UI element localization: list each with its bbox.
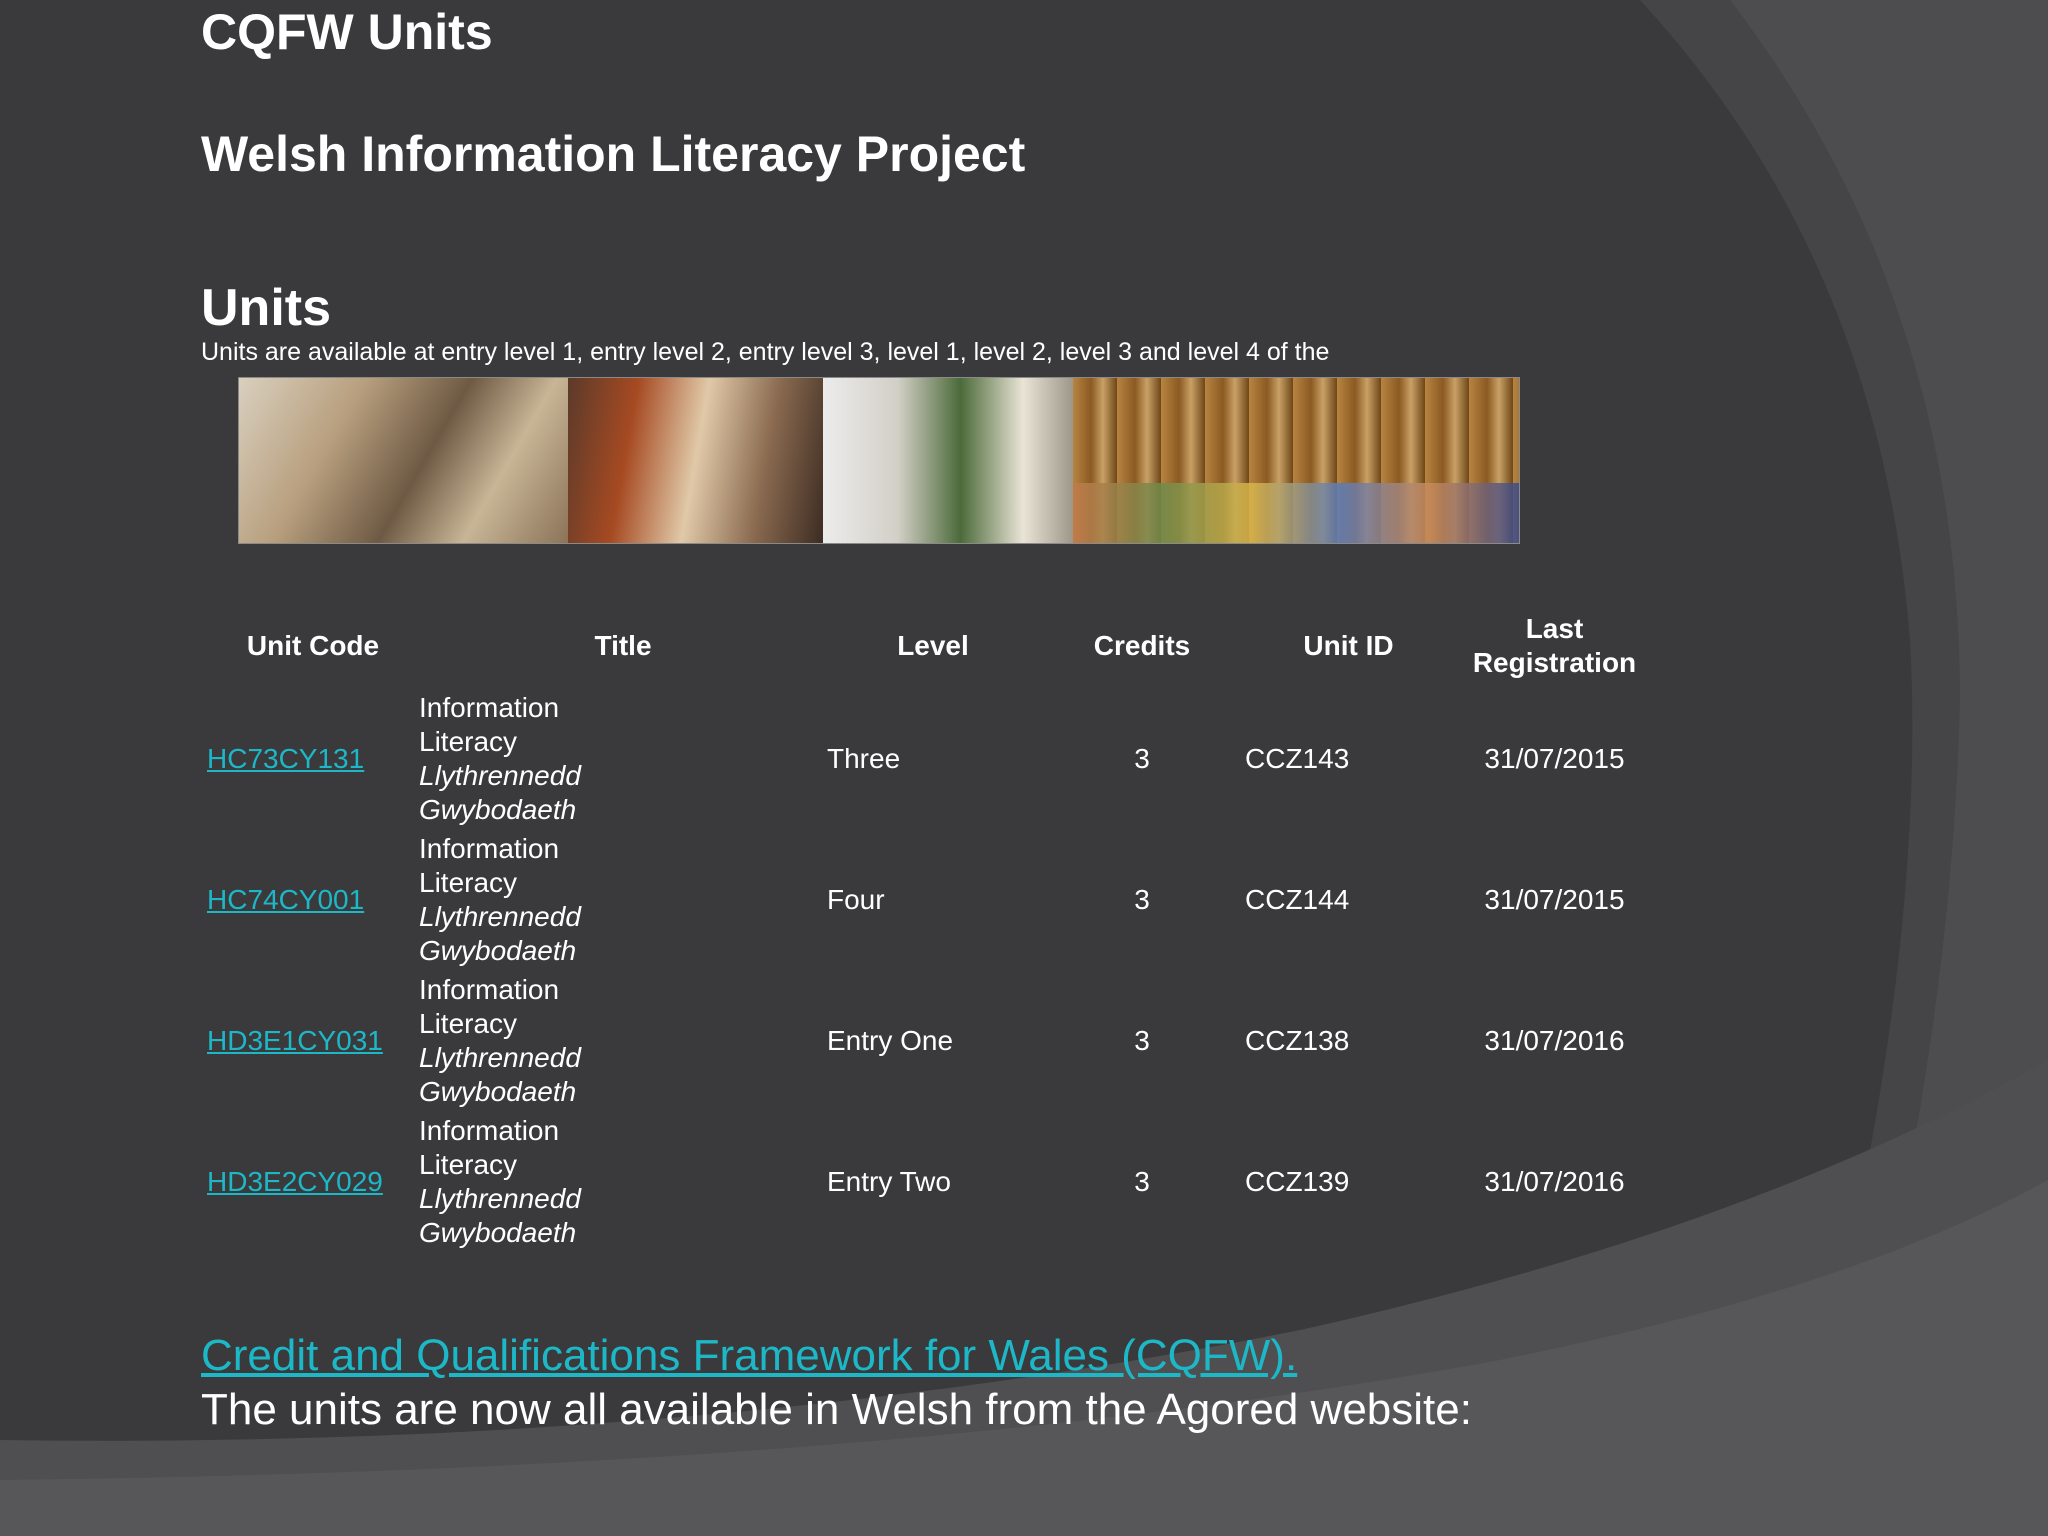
header-unit-code: Unit Code xyxy=(246,630,380,661)
credits-cell: 3 xyxy=(1134,883,1150,915)
header-level: Level xyxy=(897,630,969,661)
header-title: Title xyxy=(594,630,652,661)
banner-image xyxy=(238,377,1520,544)
unit-code-link[interactable]: HD3E2CY029 xyxy=(207,1166,383,1197)
cqfw-link-line: Credit and Qualifications Framework for … xyxy=(201,1330,1297,1382)
title-english: Information Literacy xyxy=(419,973,560,1039)
header-unit-id: Unit ID xyxy=(1303,630,1394,661)
banner-photo-magnifier xyxy=(568,378,824,543)
level-cell: Entry One xyxy=(827,1024,954,1056)
unit-code-cell: HC73CY131 xyxy=(201,688,419,829)
unit-id-cell: CCZ143 xyxy=(1245,742,1350,774)
title-cell: Information Literacy Llythrennedd Gwybod… xyxy=(419,970,827,1111)
level-cell: Entry Two xyxy=(827,1165,951,1197)
last-registration-cell: 31/07/2015 xyxy=(1484,742,1625,774)
footer-text: The units are now all available in Welsh… xyxy=(201,1385,1472,1434)
title-english: Information Literacy xyxy=(419,832,560,898)
credits-cell: 3 xyxy=(1134,1024,1150,1056)
units-heading: Units xyxy=(201,279,331,337)
banner-photo-children-laptop xyxy=(239,378,569,543)
level-cell: Three xyxy=(827,742,901,774)
table-header-row: Unit Code Title Level Credits Unit ID La… xyxy=(201,604,1657,688)
credits-cell: 3 xyxy=(1134,742,1150,774)
page-title: CQFW Units xyxy=(201,4,493,60)
unit-id-cell: CCZ139 xyxy=(1245,1165,1350,1197)
header-last-registration-label: Last Registration xyxy=(1472,613,1637,678)
title-welsh: Llythrennedd Gwybodaeth xyxy=(419,759,581,825)
title-cell: Information Literacy Llythrennedd Gwybod… xyxy=(419,1111,827,1252)
unit-code-link[interactable]: HC73CY131 xyxy=(207,743,364,774)
title-cell: Information Literacy Llythrennedd Gwybod… xyxy=(419,829,827,970)
title-welsh: Llythrennedd Gwybodaeth xyxy=(419,1041,581,1107)
header-last-registration: Last Registration xyxy=(1452,604,1657,688)
last-registration-cell: 31/07/2016 xyxy=(1484,1024,1625,1056)
unit-code-link[interactable]: HC74CY001 xyxy=(207,884,364,915)
title-welsh: Llythrennedd Gwybodaeth xyxy=(419,900,581,966)
last-registration-cell: 31/07/2015 xyxy=(1484,883,1625,915)
unit-code-cell: HD3E1CY031 xyxy=(201,970,419,1111)
banner-photo-group-meeting xyxy=(823,378,1073,543)
table-row: HD3E1CY031 Information Literacy Llythren… xyxy=(201,970,1657,1111)
units-table: Unit Code Title Level Credits Unit ID La… xyxy=(201,604,1657,1252)
unit-code-cell: HD3E2CY029 xyxy=(201,1111,419,1252)
table-row: HC73CY131 Information Literacy Llythrenn… xyxy=(201,688,1657,829)
unit-id-cell: CCZ144 xyxy=(1245,883,1350,915)
table-row: HD3E2CY029 Information Literacy Llythren… xyxy=(201,1111,1657,1252)
banner-photo-library xyxy=(1072,378,1519,543)
unit-id-cell: CCZ138 xyxy=(1245,1024,1350,1056)
header-credits: Credits xyxy=(1093,630,1191,661)
unit-code-cell: HC74CY001 xyxy=(201,829,419,970)
table-row: HC74CY001 Information Literacy Llythrenn… xyxy=(201,829,1657,970)
title-welsh: Llythrennedd Gwybodaeth xyxy=(419,1182,581,1248)
last-registration-cell: 31/07/2016 xyxy=(1484,1165,1625,1197)
level-cell: Four xyxy=(827,883,885,915)
title-english: Information Literacy xyxy=(419,691,560,757)
title-cell: Information Literacy Llythrennedd Gwybod… xyxy=(419,688,827,829)
cqfw-link[interactable]: Credit and Qualifications Framework for … xyxy=(201,1331,1297,1380)
page-subtitle: Welsh Information Literacy Project xyxy=(201,126,1026,182)
units-description: Units are available at entry level 1, en… xyxy=(201,338,1330,366)
title-english: Information Literacy xyxy=(419,1114,560,1180)
unit-code-link[interactable]: HD3E1CY031 xyxy=(207,1025,383,1056)
credits-cell: 3 xyxy=(1134,1165,1150,1197)
